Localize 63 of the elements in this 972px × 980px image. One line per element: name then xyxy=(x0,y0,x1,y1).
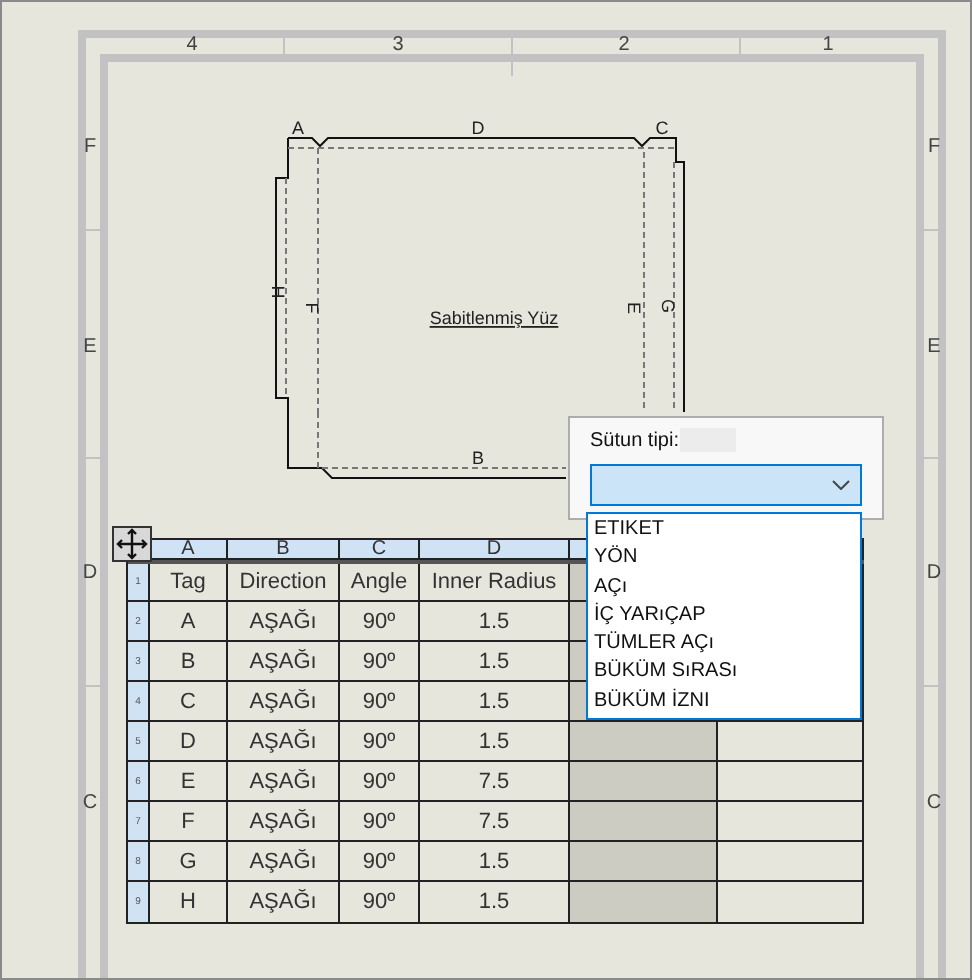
column-type-label: Sütun tipi: xyxy=(590,429,679,451)
zone-label: 2 xyxy=(618,34,630,56)
dropdown-option[interactable]: YÖN xyxy=(594,544,860,574)
dropdown-option[interactable]: İÇ YARıÇAP xyxy=(594,601,860,631)
table-cell: C xyxy=(150,682,228,720)
edge-label: F xyxy=(302,302,322,314)
dropdown-option[interactable]: BÜKÜM İZNI xyxy=(594,687,860,717)
zone-label: 1 xyxy=(822,34,834,56)
zone-label: 4 xyxy=(186,34,198,56)
move-handle-icon[interactable] xyxy=(112,526,152,562)
edge-label: A xyxy=(292,118,304,138)
table-cell: 90º xyxy=(340,722,420,760)
table-cell: AŞAĞı xyxy=(228,682,340,720)
table-cell: 90º xyxy=(340,682,420,720)
face-label: Sabitlenmiş Yüz xyxy=(429,308,559,328)
table-cell: 90º xyxy=(340,802,420,840)
table-cell: A xyxy=(150,602,228,640)
edge-label: E xyxy=(624,302,644,314)
column-header[interactable]: B xyxy=(228,538,340,560)
edge-label: D xyxy=(471,118,485,138)
table-cell: AŞAĞı xyxy=(228,882,340,922)
table-cell: Angle xyxy=(340,564,420,600)
table-cell: 90º xyxy=(340,602,420,640)
edge-label: C xyxy=(655,118,669,138)
zone-label: C xyxy=(82,792,98,814)
table-cell: AŞAĞı xyxy=(228,602,340,640)
table-cell: B xyxy=(150,642,228,680)
zone-label: F xyxy=(83,136,97,158)
zone-label: D xyxy=(926,562,942,584)
table-cell: AŞAĞı xyxy=(228,722,340,760)
edge-label: G xyxy=(658,299,678,313)
table-cell: 90º xyxy=(340,842,420,880)
zone-label: E xyxy=(927,336,941,358)
table-cell: D xyxy=(150,722,228,760)
edge-label: H xyxy=(268,285,288,299)
zone-label: F xyxy=(927,136,941,158)
table-cell: 90º xyxy=(340,762,420,800)
zone-label: C xyxy=(926,792,942,814)
table-cell: AŞAĞı xyxy=(228,642,340,680)
table-cell: Tag xyxy=(150,564,228,600)
edge-label: B xyxy=(472,448,484,468)
zone-label: D xyxy=(82,562,98,584)
dropdown-option[interactable]: AÇı xyxy=(594,573,860,602)
chevron-down-icon xyxy=(832,480,850,490)
dropdown-option[interactable]: BÜKÜM SıRASı xyxy=(594,658,860,688)
table-cell: 90º xyxy=(340,642,420,680)
column-header[interactable]: A xyxy=(150,538,228,560)
table-cell: E xyxy=(150,762,228,800)
table-cell: AŞAĞı xyxy=(228,802,340,840)
table-cell: G xyxy=(150,842,228,880)
table-cell: 90º xyxy=(340,882,420,922)
column-type-dropdown[interactable] xyxy=(590,464,862,506)
zone-label: 3 xyxy=(392,34,404,56)
table-cell: Direction xyxy=(228,564,340,600)
table-cell: F xyxy=(150,802,228,840)
dropdown-option[interactable]: TÜMLER AÇı xyxy=(594,630,860,659)
column-header[interactable]: D xyxy=(420,538,570,560)
column-header[interactable]: C xyxy=(340,538,420,560)
table-cell: H xyxy=(150,882,228,922)
zone-label: E xyxy=(83,336,97,358)
dropdown-option[interactable]: ETIKET xyxy=(594,516,860,545)
table-cell: AŞAĞı xyxy=(228,842,340,880)
table-cell: AŞAĞı xyxy=(228,762,340,800)
